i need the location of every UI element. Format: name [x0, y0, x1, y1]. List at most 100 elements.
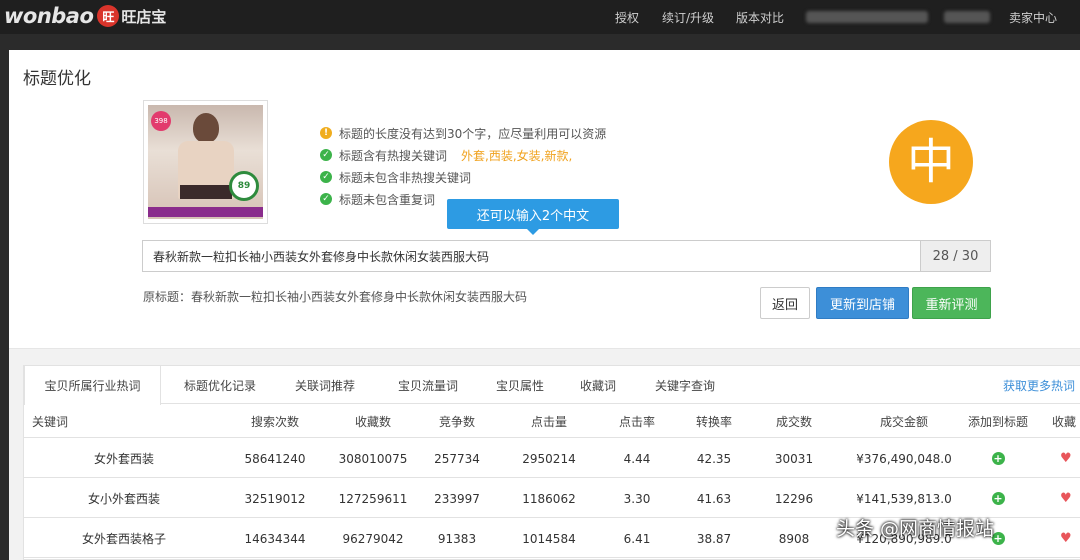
product-thumbnail: 398 89	[143, 100, 268, 224]
cell-clicks: 1014584	[522, 531, 576, 546]
back-button[interactable]: 返回	[760, 287, 810, 319]
source-watermark: 头条 @网商情报站	[836, 518, 995, 540]
cell-amount: ¥376,490,048.0	[856, 451, 952, 466]
nav-renew-upgrade[interactable]: 续订/升级	[662, 9, 714, 26]
cell-favorites: 96279042	[342, 531, 404, 546]
col-deals: 成交数	[775, 414, 812, 429]
check-text: 标题未包含非热搜关键词	[339, 170, 472, 185]
cell-deals: 30031	[774, 451, 814, 466]
original-title: 原标题：春秋新款一粒扣长袖小西装女外套修身中长款休闲女装西服大码	[143, 290, 528, 304]
check-circle-icon: ✓	[320, 193, 332, 205]
score-badge: 89	[229, 171, 259, 201]
cell-searches: 14634344	[244, 531, 306, 546]
cell-clicks: 2950214	[522, 451, 576, 466]
col-add-to-title: 添加到标题	[967, 414, 1028, 429]
heart-icon[interactable]: ♥	[1060, 451, 1072, 466]
nav-version-compare[interactable]: 版本对比	[736, 9, 784, 26]
cell-competition: 91383	[437, 531, 477, 546]
cell-ctr: 6.41	[623, 531, 651, 546]
tab-keyword-query[interactable]: 关键字查询	[644, 366, 726, 404]
update-to-store-button[interactable]: 更新到店铺	[816, 287, 909, 319]
check-circle-icon: ✓	[320, 149, 332, 161]
col-ctr: 点击率	[618, 414, 655, 429]
col-searches: 搜索次数	[250, 414, 299, 429]
col-clicks: 点击量	[530, 414, 567, 429]
title-optimize-modal: 标题优化 398 89 ! 标题的长度没有达到30个字，应尽量利用可以资源 ✓ …	[9, 50, 1080, 560]
title-input-group: 28 / 30	[142, 240, 991, 272]
info-warning-icon: !	[320, 127, 332, 139]
col-competition: 竞争数	[438, 414, 475, 429]
tab-traffic-words[interactable]: 宝贝流量词	[384, 366, 472, 404]
col-amount: 成交金额	[879, 414, 928, 429]
rating-circle: 中	[889, 120, 973, 204]
blurred-user-avatar	[944, 11, 990, 23]
cell-searches: 58641240	[244, 451, 306, 466]
nav-authorize[interactable]: 授权	[615, 9, 639, 26]
cell-amount: ¥141,539,813.0	[856, 491, 952, 506]
check-circle-icon: ✓	[320, 171, 332, 183]
cell-fav: ♥	[1060, 479, 1072, 518]
cell-conversion: 38.87	[696, 531, 732, 546]
check-text: 标题未包含重复词	[339, 192, 436, 207]
cell-searches: 32519012	[244, 491, 306, 506]
panel-tabs: 宝贝所属行业热词 标题优化记录 关联词推荐 宝贝流量词 宝贝属性 收藏词 关键字…	[24, 366, 1080, 405]
col-conversion: 转换率	[695, 414, 732, 429]
table-row: 女小外套西装 32519012 127259611 233997 1186062…	[24, 479, 1080, 518]
title-char-count: 28 / 30	[920, 241, 990, 271]
cell-conversion: 42.35	[696, 451, 732, 466]
cell-deals: 8908	[778, 531, 810, 546]
col-favorite: 收藏	[1052, 414, 1077, 429]
tab-industry-hot-words[interactable]: 宝贝所属行业热词	[24, 366, 161, 405]
logo-mark-icon: 旺	[97, 5, 120, 27]
cell-favorites: 308010075	[338, 451, 408, 466]
tab-title-history[interactable]: 标题优化记录	[170, 366, 270, 404]
cell-keyword: 女外套西装格子	[81, 532, 166, 546]
cell-competition: 233997	[434, 491, 480, 506]
add-circle-icon[interactable]: +	[991, 452, 1005, 465]
col-favorites: 收藏数	[354, 414, 391, 429]
heart-icon[interactable]: ♥	[1060, 491, 1072, 506]
rating-char: 中	[906, 134, 955, 190]
nav-seller-center[interactable]: 卖家中心	[1009, 9, 1057, 26]
cell-conversion: 41.63	[696, 491, 732, 506]
title-check-list: ! 标题的长度没有达到30个字，应尽量利用可以资源 ✓ 标题含有热搜关键词 外套…	[320, 122, 606, 210]
cell-add: +	[958, 479, 1038, 518]
cell-keyword: 女小外套西装	[87, 492, 160, 506]
table-row: 女外套西装 58641240 308010075 257734 2950214 …	[24, 439, 1080, 478]
blurred-account-info	[806, 11, 928, 23]
check-text: 标题的长度没有达到30个字，应尽量利用可以资源	[339, 126, 607, 141]
cell-keyword: 女外套西装	[93, 452, 154, 466]
check-item-non-hot: ✓ 标题未包含非热搜关键词	[320, 166, 606, 188]
col-keyword: 关键词	[32, 414, 69, 429]
check-item-hot-keywords: ✓ 标题含有热搜关键词 外套,西装,女装,新款,	[320, 144, 606, 166]
remaining-chars-tooltip: 还可以输入2个中文	[447, 199, 619, 235]
cell-deals: 12296	[774, 491, 814, 506]
more-hot-words-link[interactable]: 获取更多热词	[1003, 366, 1075, 404]
table-header: 关键词 搜索次数 收藏数 竞争数 点击量 点击率 转换率 成交数 成交金额 添加…	[24, 404, 1080, 438]
add-circle-icon[interactable]: +	[991, 492, 1005, 505]
cell-add: +	[958, 439, 1038, 478]
logo-cn-text: 旺店宝	[121, 7, 167, 26]
top-bar: wonbao 旺 旺店宝 授权 续订/升级 版本对比 卖家中心	[0, 0, 1080, 34]
hot-keywords-list: 外套,西装,女装,新款,	[461, 148, 573, 163]
cell-fav: ♥	[1060, 439, 1072, 478]
price-badge: 398	[151, 111, 171, 131]
logo[interactable]: wonbao 旺 旺店宝	[4, 2, 166, 30]
cell-favorites: 127259611	[338, 491, 408, 506]
re-evaluate-button[interactable]: 重新评测	[912, 287, 991, 319]
cell-ctr: 4.44	[623, 451, 651, 466]
title-input[interactable]	[143, 241, 920, 271]
check-text: 标题含有热搜关键词	[339, 148, 448, 163]
tab-favorite-words[interactable]: 收藏词	[569, 366, 627, 404]
tab-related-words[interactable]: 关联词推荐	[284, 366, 366, 404]
check-item-length: ! 标题的长度没有达到30个字，应尽量利用可以资源	[320, 122, 606, 144]
modal-title: 标题优化	[23, 69, 91, 89]
tab-item-attributes[interactable]: 宝贝属性	[484, 366, 556, 404]
cell-ctr: 3.30	[623, 491, 651, 506]
logo-wordmark: wonbao	[4, 4, 94, 28]
cell-fav: ♥	[1060, 519, 1072, 558]
cell-clicks: 1186062	[522, 491, 576, 506]
cell-competition: 257734	[434, 451, 480, 466]
product-image: 398 89	[148, 105, 263, 219]
heart-icon[interactable]: ♥	[1060, 531, 1072, 546]
